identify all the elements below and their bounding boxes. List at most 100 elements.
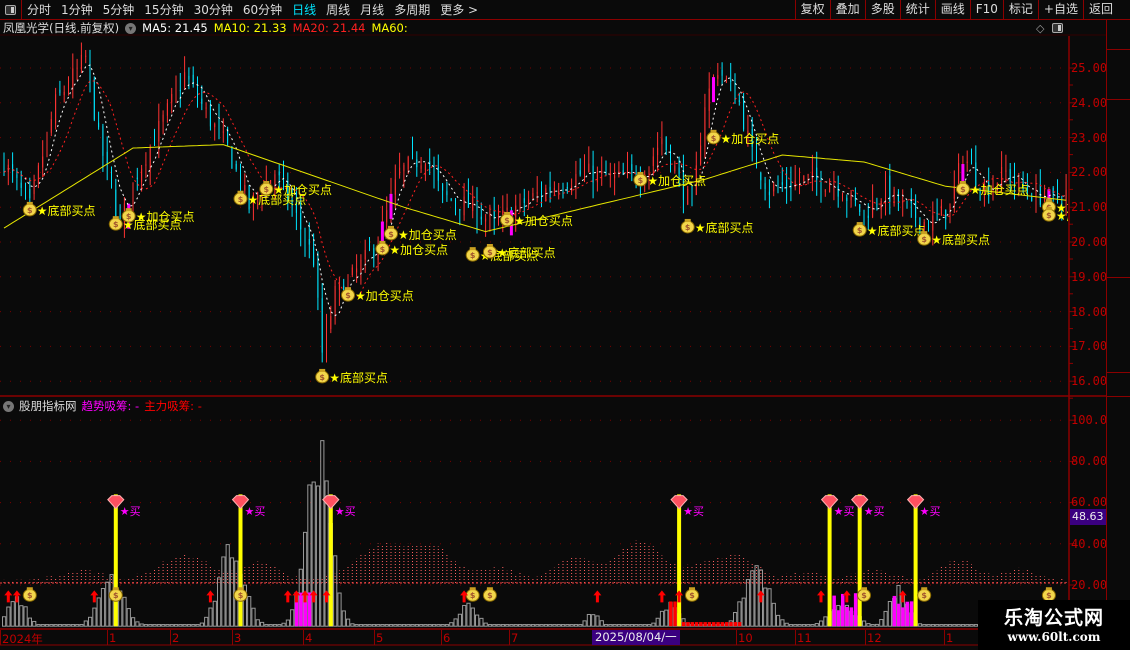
candle-body bbox=[25, 184, 26, 191]
red-arrow-icon bbox=[283, 590, 292, 603]
histogram-bar bbox=[935, 624, 940, 627]
candle-body bbox=[880, 200, 882, 210]
side-tab[interactable] bbox=[1107, 100, 1130, 278]
candle-body bbox=[764, 183, 766, 190]
candle-body bbox=[493, 210, 495, 218]
side-tab[interactable] bbox=[1107, 20, 1130, 50]
candle-body bbox=[317, 262, 319, 298]
histogram-bar bbox=[629, 624, 634, 627]
candle-body bbox=[351, 267, 353, 276]
candle-body bbox=[566, 187, 568, 189]
accumulation-bar bbox=[896, 603, 901, 627]
histogram-bar bbox=[96, 597, 101, 627]
watermark: 乐淘公式网 www.60lt.com bbox=[978, 600, 1130, 650]
histogram-bar bbox=[642, 624, 647, 627]
candle-body bbox=[773, 184, 775, 192]
candle-body bbox=[455, 201, 456, 205]
accumulation-bar bbox=[832, 595, 836, 627]
candle-body bbox=[700, 145, 702, 165]
dollar-sign: $ bbox=[861, 591, 867, 600]
candle-body bbox=[958, 163, 960, 184]
side-tab[interactable] bbox=[1107, 50, 1130, 100]
candle-body bbox=[820, 177, 822, 191]
candle-body bbox=[541, 191, 542, 197]
histogram-bar bbox=[788, 624, 794, 627]
watermark-url: www.60lt.com bbox=[1007, 630, 1101, 644]
candle-body bbox=[68, 86, 69, 92]
date-axis-label: 7 bbox=[511, 631, 519, 645]
buy-point-label: ★底部买点 bbox=[695, 220, 754, 235]
histogram-bar bbox=[165, 624, 170, 627]
histogram-bar bbox=[341, 610, 346, 627]
date-tick bbox=[865, 630, 866, 645]
dollar-sign: $ bbox=[685, 223, 691, 232]
candle-body bbox=[76, 67, 78, 69]
red-arrow-icon bbox=[817, 590, 825, 603]
candle-body bbox=[115, 189, 117, 217]
chart-canvas[interactable]: $ ★底部买点$ ★底部买点$ ★加仓买点$ ★底部买点$ ★加仓买点$ ★底部买点$ ★加仓… bbox=[0, 0, 1130, 650]
histogram-bar bbox=[260, 621, 265, 627]
histogram-bar bbox=[45, 624, 50, 627]
candle-body bbox=[846, 197, 848, 201]
histogram-bar bbox=[780, 619, 785, 627]
histogram-bar bbox=[62, 624, 67, 627]
candle-body bbox=[175, 88, 177, 96]
candle-body bbox=[98, 122, 100, 128]
current-value-tag: 48.63 bbox=[1070, 509, 1106, 525]
date-tick bbox=[374, 630, 375, 645]
candle-body bbox=[442, 184, 444, 191]
histogram-bar bbox=[10, 601, 15, 627]
candle-body bbox=[472, 196, 474, 211]
price-axis-label: 19.00 bbox=[1071, 269, 1108, 284]
side-tab[interactable] bbox=[1107, 373, 1130, 397]
candle-body bbox=[179, 90, 181, 92]
histogram-bar bbox=[208, 607, 213, 627]
histogram-bar bbox=[311, 481, 316, 627]
indicator-info-bar: ▾ 股朋指标网 趋势吸筹: - 主力吸筹: - bbox=[3, 398, 202, 414]
bag-neck bbox=[710, 129, 717, 133]
candle-body bbox=[1009, 169, 1011, 182]
chevron-down-icon[interactable]: ▾ bbox=[3, 400, 14, 412]
histogram-bar bbox=[625, 624, 630, 627]
candle-body bbox=[240, 167, 241, 190]
dollar-sign: $ bbox=[487, 591, 493, 600]
histogram-bar bbox=[956, 624, 961, 627]
candle-body bbox=[463, 196, 465, 216]
histogram-bar bbox=[767, 588, 772, 627]
histogram-bar bbox=[655, 617, 660, 627]
date-tick bbox=[795, 630, 796, 645]
candle-body bbox=[364, 249, 366, 260]
histogram-bar bbox=[66, 624, 71, 627]
bag-neck bbox=[388, 225, 394, 229]
histogram-bar bbox=[535, 624, 540, 627]
histogram-bar bbox=[32, 620, 37, 627]
histogram-bar bbox=[595, 615, 600, 627]
histogram-bar bbox=[797, 624, 802, 627]
main-accumulation-bar bbox=[694, 622, 699, 627]
buy-point-label: ★加仓买点 bbox=[136, 210, 195, 224]
dollar-sign: $ bbox=[380, 245, 386, 254]
main-accumulation-bar bbox=[716, 622, 720, 627]
side-tab[interactable] bbox=[1107, 278, 1130, 373]
bag-neck bbox=[112, 216, 119, 220]
candle-body bbox=[205, 107, 207, 109]
bag-neck bbox=[237, 587, 244, 591]
bag-neck bbox=[237, 190, 244, 194]
date-axis-label: 11 bbox=[797, 631, 812, 645]
price-axis-label: 24.00 bbox=[1071, 95, 1108, 110]
price-axis-label: 22.00 bbox=[1071, 165, 1108, 180]
date-tick bbox=[303, 630, 304, 645]
candle-body bbox=[743, 100, 745, 130]
right-side-panel[interactable] bbox=[1106, 20, 1130, 630]
candle-body bbox=[605, 165, 607, 176]
histogram-bar bbox=[393, 624, 398, 627]
candle-body bbox=[932, 215, 934, 231]
histogram-bar bbox=[19, 605, 24, 627]
candle-body bbox=[725, 78, 727, 80]
money-bag-icon: $ bbox=[108, 587, 123, 602]
candle-body bbox=[85, 55, 87, 57]
indicator-axis-label: 40.00 bbox=[1071, 536, 1108, 551]
candle-body bbox=[601, 170, 603, 175]
candle-body bbox=[154, 144, 155, 146]
buy-point-label: ★加仓买点 bbox=[398, 228, 457, 242]
